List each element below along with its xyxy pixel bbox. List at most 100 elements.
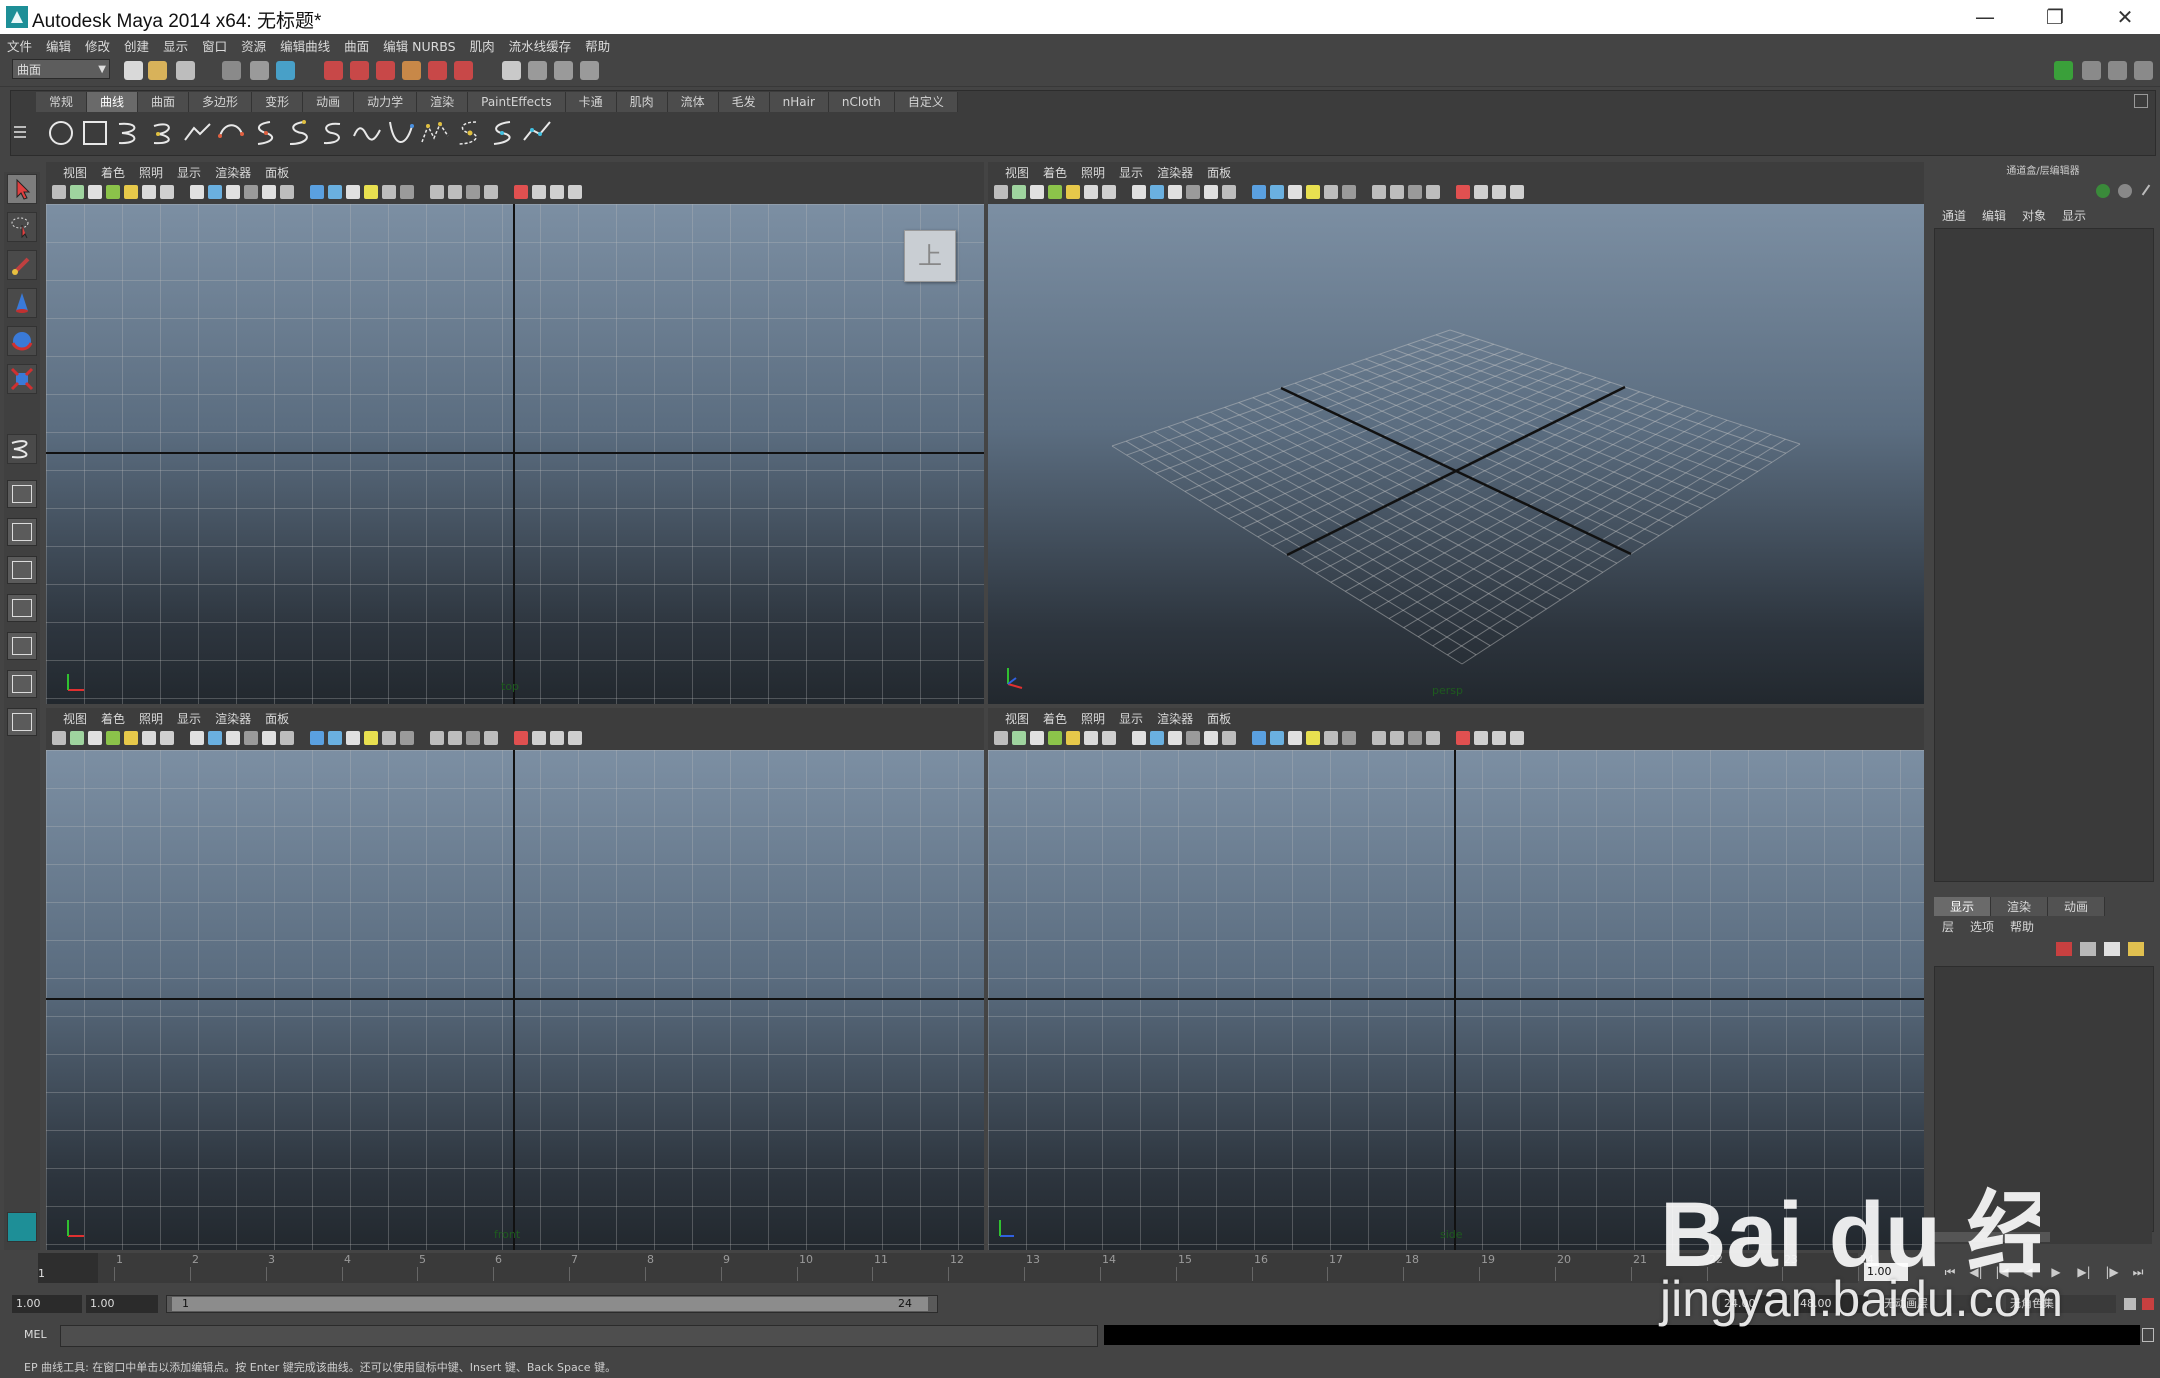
panel-toolbar-button-icon[interactable]: [190, 185, 204, 199]
panel-toolbar-button-icon[interactable]: [142, 731, 156, 745]
snap-live-icon[interactable]: [428, 61, 447, 80]
panel-toolbar-button-icon[interactable]: [346, 731, 360, 745]
snap-curve-icon[interactable]: [350, 61, 369, 80]
menu-window[interactable]: 窗口: [195, 36, 234, 55]
panel-toolbar-button-icon[interactable]: [244, 731, 258, 745]
new-empty-layer-icon[interactable]: [2104, 942, 2120, 956]
panel-toolbar-button-icon[interactable]: [1222, 185, 1236, 199]
custom-layout-icon[interactable]: [7, 708, 37, 736]
panel-toolbar-button-icon[interactable]: [1306, 185, 1320, 199]
panel-toolbar-button-icon[interactable]: [88, 185, 102, 199]
panel-toolbar-button-icon[interactable]: [1408, 185, 1422, 199]
helix-icon[interactable]: [386, 118, 416, 148]
four-pane-layout-icon[interactable]: [7, 518, 37, 546]
step-forward-frame-icon[interactable]: ▶|: [2074, 1265, 2094, 1281]
channel-box-sphere-icon[interactable]: [2118, 184, 2132, 198]
panel-toolbar-button-icon[interactable]: [1084, 185, 1098, 199]
shelf-tab-ncloth[interactable]: nCloth: [828, 92, 895, 112]
layer-menu-help[interactable]: 帮助: [2002, 918, 2042, 935]
ipr-render-icon[interactable]: [554, 61, 573, 80]
panel-toolbar-button-icon[interactable]: [484, 731, 498, 745]
panel-toolbar-button-icon[interactable]: [52, 185, 66, 199]
viewcube[interactable]: 上: [904, 230, 956, 282]
panel-toolbar-button-icon[interactable]: [364, 731, 378, 745]
shelf-tab-surfaces[interactable]: 曲面: [138, 92, 190, 112]
channel-box-keying-icon[interactable]: [2096, 184, 2110, 198]
menu-display[interactable]: 显示: [156, 36, 195, 55]
panel-menu-panels[interactable]: 面板: [258, 164, 296, 182]
panel-menu-lighting[interactable]: 照明: [1074, 164, 1112, 182]
channel-box-pin-icon[interactable]: [2140, 184, 2152, 198]
panel-toolbar-button-icon[interactable]: [262, 185, 276, 199]
shelf-tab-general[interactable]: 常规: [36, 92, 88, 112]
menu-edit-nurbs[interactable]: 编辑 NURBS: [376, 36, 462, 55]
panel-toolbar-button-icon[interactable]: [106, 185, 120, 199]
close-button[interactable]: ✕: [2090, 0, 2160, 34]
viewport-persp[interactable]: persp: [988, 204, 1924, 704]
paint-select-tool[interactable]: [7, 250, 37, 280]
panel-menu-shading[interactable]: 着色: [1036, 710, 1074, 728]
panel-toolbar-button-icon[interactable]: [532, 731, 546, 745]
script-editor-icon[interactable]: [2142, 1328, 2154, 1342]
panel-toolbar-button-icon[interactable]: [568, 185, 582, 199]
shelf-tab-muscle[interactable]: 肌肉: [616, 92, 668, 112]
panel-toolbar-button-icon[interactable]: [124, 185, 138, 199]
layer-menu-options[interactable]: 选项: [1962, 918, 2002, 935]
snap-point-icon[interactable]: [376, 61, 395, 80]
shelf-tab-fluids[interactable]: 流体: [667, 92, 719, 112]
panel-menu-view[interactable]: 视图: [56, 710, 94, 728]
panel-toolbar-button-icon[interactable]: [124, 731, 138, 745]
panel-toolbar-button-icon[interactable]: [1252, 731, 1266, 745]
panel-menu-view[interactable]: 视图: [998, 164, 1036, 182]
menu-assets[interactable]: 资源: [234, 36, 273, 55]
shelf-tab-fur[interactable]: 毛发: [718, 92, 770, 112]
panel-menu-panels[interactable]: 面板: [1200, 710, 1238, 728]
single-pane-layout-icon[interactable]: [7, 480, 37, 508]
toggle-channel-box-icon[interactable]: [2054, 61, 2073, 80]
panel-toolbar-button-icon[interactable]: [1030, 731, 1044, 745]
render-view-icon[interactable]: [502, 61, 521, 80]
layer-attributes-icon[interactable]: [2128, 942, 2144, 956]
panel-toolbar-button-icon[interactable]: [1132, 731, 1146, 745]
panel-toolbar-button-icon[interactable]: [208, 731, 222, 745]
panel-menu-shading[interactable]: 着色: [1036, 164, 1074, 182]
panel-toolbar-button-icon[interactable]: [160, 185, 174, 199]
channel-box-menu-edit[interactable]: 编辑: [1974, 207, 2014, 224]
panel-toolbar-button-icon[interactable]: [568, 731, 582, 745]
panel-toolbar-button-icon[interactable]: [1342, 731, 1356, 745]
panel-toolbar-button-icon[interactable]: [1066, 185, 1080, 199]
command-language-label[interactable]: MEL: [24, 1328, 47, 1341]
layer-menu-layers[interactable]: 层: [1934, 918, 1962, 935]
panel-toolbar-button-icon[interactable]: [430, 731, 444, 745]
panel-menu-show[interactable]: 显示: [1112, 710, 1150, 728]
panel-toolbar-button-icon[interactable]: [1288, 731, 1302, 745]
layer-tab-display[interactable]: 显示: [1934, 897, 1992, 916]
select-tool[interactable]: [7, 174, 37, 204]
panel-toolbar-button-icon[interactable]: [1084, 731, 1098, 745]
panel-toolbar-button-icon[interactable]: [550, 731, 564, 745]
panel-toolbar-button-icon[interactable]: [1510, 185, 1524, 199]
circle-icon[interactable]: [46, 118, 76, 148]
new-layer-selected-icon[interactable]: [2056, 942, 2072, 956]
arc-3pt-icon[interactable]: [250, 118, 280, 148]
cv-curve-icon[interactable]: [114, 118, 144, 148]
menu-help[interactable]: 帮助: [578, 36, 617, 55]
panel-toolbar-button-icon[interactable]: [382, 731, 396, 745]
persp-graph-layout-icon[interactable]: [7, 632, 37, 660]
render-settings-icon[interactable]: [580, 61, 599, 80]
panel-toolbar-button-icon[interactable]: [190, 731, 204, 745]
arc-icon[interactable]: [216, 118, 246, 148]
panel-toolbar-button-icon[interactable]: [1030, 185, 1044, 199]
menu-muscle[interactable]: 肌肉: [463, 36, 502, 55]
panel-toolbar-button-icon[interactable]: [430, 185, 444, 199]
lasso-tool[interactable]: [7, 212, 37, 242]
detach-curve-icon[interactable]: [454, 118, 484, 148]
panel-toolbar-button-icon[interactable]: [88, 731, 102, 745]
panel-toolbar-button-icon[interactable]: [328, 185, 342, 199]
panel-toolbar-button-icon[interactable]: [1456, 731, 1470, 745]
shelf-tab-custom[interactable]: 自定义: [894, 92, 958, 112]
panel-toolbar-button-icon[interactable]: [1492, 731, 1506, 745]
snap-grid-icon[interactable]: [324, 61, 343, 80]
go-end-icon[interactable]: ⏭: [2128, 1265, 2148, 1281]
panel-toolbar-button-icon[interactable]: [1342, 185, 1356, 199]
